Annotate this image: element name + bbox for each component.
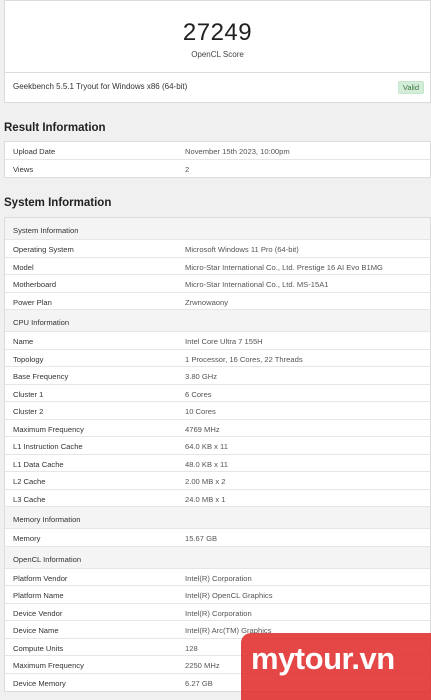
table-row: Upload Date November 15th 2023, 10:00pm	[5, 142, 430, 160]
row-key: Operating System	[13, 245, 74, 254]
row-key: Platform Name	[13, 591, 64, 600]
row-key: Device Vendor	[13, 608, 63, 618]
table-section-header: System Information	[5, 218, 430, 240]
table-section-header: CPU Information	[5, 310, 430, 332]
row-value: 10 Cores	[185, 407, 216, 416]
row-key: Motherboard	[13, 280, 57, 289]
row-value: 15.67 GB	[185, 534, 218, 543]
table-row: Name Intel Core Ultra 7 155H	[5, 332, 430, 350]
row-key: Memory	[13, 534, 41, 543]
row-value: Intel(R) OpenCL Graphics	[185, 591, 273, 600]
row-key: Cluster 2	[13, 407, 44, 416]
watermark-logo: mytour.vn	[241, 633, 431, 700]
table-row: Platform Name Intel(R) OpenCL Graphics	[5, 586, 430, 604]
version-bar: Geekbench 5.5.1 Tryout for Windows x86 (…	[4, 73, 431, 103]
row-value: 2.00 MB x 2	[185, 477, 226, 486]
score-value: 27249	[182, 19, 253, 46]
score-card: 27249 OpenCL Score	[4, 0, 431, 73]
table-row: Power Plan Zrwnowaony	[5, 293, 430, 310]
row-value: 2250 MHz	[185, 661, 220, 670]
row-key: Compute Units	[13, 643, 64, 653]
row-key: Topology	[13, 354, 44, 364]
row-key: L2 Cache	[13, 477, 46, 486]
row-key: Model	[13, 262, 34, 272]
row-key: L3 Cache	[13, 494, 46, 504]
result-table: Upload Date November 15th 2023, 10:00pm Vi…	[4, 141, 431, 178]
table-row: Memory 15.67 GB	[5, 529, 430, 547]
row-value: 128	[185, 643, 198, 653]
row-key: Cluster 1	[13, 389, 44, 399]
section-header-label: System Information	[13, 226, 79, 235]
table-row: Model Micro-Star International Co., Ltd. …	[5, 258, 430, 275]
row-key: Device Memory	[13, 678, 66, 688]
row-value: Intel Core Ultra 7 155H	[185, 337, 263, 346]
row-key: Maximum Frequency	[13, 661, 84, 670]
row-value: 1 Processor, 16 Cores, 22 Threads	[185, 354, 303, 364]
row-value: 64.0 KB x 11	[185, 442, 228, 451]
row-key: Base Frequency	[13, 372, 69, 381]
section-header-label: CPU Information	[13, 318, 70, 327]
table-row: L3 Cache 24.0 MB x 1	[5, 490, 430, 507]
section-header-label: Memory Information	[13, 515, 81, 524]
row-key: Name	[13, 337, 34, 346]
row-value: Microsoft Windows 11 Pro (64-bit)	[185, 245, 299, 254]
table-row: L1 Data Cache 48.0 KB x 11	[5, 455, 430, 472]
row-value: 4769 MHz	[185, 424, 220, 434]
table-row: Views 2	[5, 160, 430, 178]
table-section-header: Memory Information	[5, 507, 430, 529]
row-value: 24.0 MB x 1	[185, 494, 226, 504]
valid-badge: Valid	[397, 81, 424, 94]
section-header-label: OpenCL Information	[13, 554, 82, 564]
table-row: Motherboard Micro-Star International Co.,…	[5, 275, 430, 293]
table-row: L1 Instruction Cache 64.0 KB x 11	[5, 437, 430, 455]
table-section-header: OpenCL Information	[5, 546, 430, 569]
row-value: Intel(R) Corporation	[185, 608, 252, 618]
row-key: Power Plan	[13, 297, 52, 307]
table-row: Device Vendor Intel(R) Corporation	[5, 604, 430, 621]
table-row: Maximum Frequency 4769 MHz	[5, 420, 430, 437]
row-key: Views	[13, 164, 34, 174]
watermark-text: mytour.vn	[251, 641, 395, 676]
table-row: L2 Cache 2.00 MB x 2	[5, 472, 430, 490]
row-value: 48.0 KB x 11	[185, 459, 228, 469]
table-row: Cluster 1 6 Cores	[5, 385, 430, 402]
row-value: Micro-Star International Co., Ltd. Prest…	[185, 262, 383, 272]
table-row: Platform Vendor Intel(R) Corporation	[5, 569, 430, 586]
version-text: Geekbench 5.5.1 Tryout for Windows x86 (…	[13, 82, 188, 91]
row-value: 6 Cores	[185, 389, 212, 399]
row-value: Micro-Star International Co., Ltd. MS-15…	[185, 280, 329, 289]
table-row: Operating System Microsoft Windows 11 Pro…	[5, 240, 430, 258]
row-value: November 15th 2023, 10:00pm	[185, 147, 290, 156]
system-section-title: System Information	[4, 197, 112, 209]
row-value: 3.80 GHz	[185, 372, 218, 381]
row-value: 2	[185, 164, 190, 174]
row-value: 6.27 GB	[185, 678, 213, 688]
row-key: L1 Instruction Cache	[13, 442, 83, 451]
system-table: System Information Operating System Micros…	[4, 217, 431, 692]
score-label: OpenCL Score	[191, 50, 244, 59]
row-key: L1 Data Cache	[13, 459, 64, 469]
row-value: Intel(R) Corporation	[185, 573, 252, 583]
row-key: Platform Vendor	[13, 573, 68, 583]
table-row: Cluster 2 10 Cores	[5, 402, 430, 420]
table-row: Topology 1 Processor, 16 Cores, 22 Thread…	[5, 350, 430, 367]
row-key: Maximum Frequency	[13, 424, 84, 434]
row-value: Zrwnowaony	[185, 297, 229, 307]
table-row: Base Frequency 3.80 GHz	[5, 367, 430, 385]
row-key: Upload Date	[13, 147, 56, 156]
row-key: Device Name	[13, 626, 59, 635]
result-section-title: Result Information	[4, 122, 106, 134]
